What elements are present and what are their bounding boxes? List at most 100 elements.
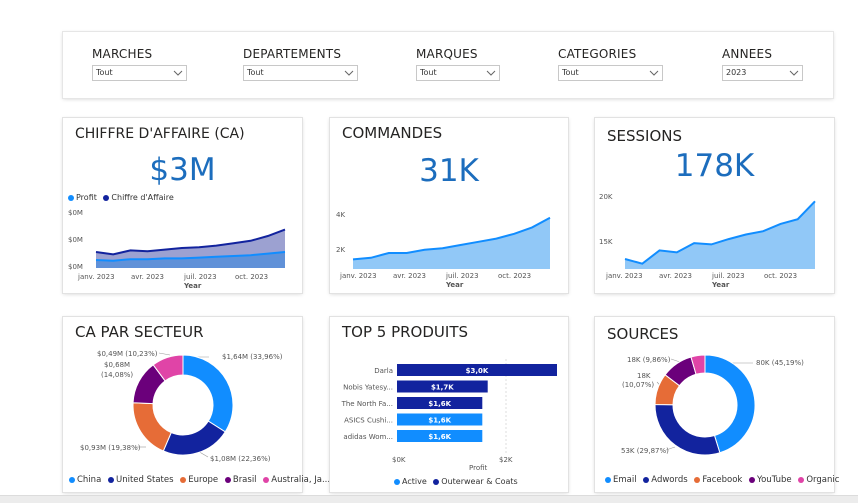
legend-item-china[interactable]: China [69, 475, 101, 485]
marches-dropdown[interactable]: Tout [92, 65, 187, 81]
sources-legend: Email Adwords Facebook YouTube Organic [605, 475, 843, 485]
legend-dot [749, 476, 756, 483]
legend-item-email[interactable]: Email [605, 475, 637, 485]
legend-dot [68, 194, 74, 201]
legend-label: Australia, Ja... [271, 475, 331, 485]
bar-value-label: $1,6K [428, 400, 451, 408]
x-tick-label: oct. 2023 [764, 272, 797, 280]
slicer-marches: MARCHES Tout [92, 47, 187, 81]
slice-label: 80K (45,19%) [756, 359, 804, 367]
legend-dot [694, 476, 701, 483]
sources-card: SOURCES 80K (45,19%) 53K (29,87%) 18K (1… [595, 317, 839, 492]
x-axis-title: Profit [469, 464, 488, 472]
legend-label: Email [613, 475, 637, 485]
slice-label: 53K (29,87%) [621, 447, 669, 455]
slice-label: (10,07%) [622, 381, 654, 389]
chevron-down-icon [173, 70, 183, 76]
annees-dropdown[interactable]: 2023 [722, 65, 803, 81]
x-tick-label: avr. 2023 [659, 272, 692, 280]
legend-label: Outerwear & Coats [441, 477, 518, 486]
slice-label: $0,49M (10,23%) [97, 350, 158, 358]
slicer-title: MARQUES [416, 47, 478, 61]
secteur-card: CA PAR SECTEUR $1,64M (33,96%) $1,08M (2… [63, 317, 330, 492]
bottom-strip [0, 495, 858, 503]
legend-label: China [77, 475, 102, 485]
y-tick-label: $0M [68, 263, 83, 271]
x-tick-label: juil. 2023 [445, 272, 479, 280]
leader-line [158, 352, 171, 356]
legend-label: Adwords [651, 475, 688, 485]
commandes-kpi-value: 31K [419, 153, 479, 189]
secteur-legend: China United States Europe Brasil Austra… [69, 475, 334, 485]
legend-item-active[interactable]: Active [394, 477, 427, 486]
slicer-marques: MARQUES Tout [416, 47, 500, 81]
legend-item-facebook[interactable]: Facebook [694, 475, 742, 485]
sources-donut-chart[interactable]: 80K (45,19%) 53K (29,87%) 18K (10,07%) 1… [595, 345, 834, 475]
slice-label: $1,08M (22,36%) [210, 455, 271, 463]
slicer-title: ANNEES [722, 47, 773, 61]
produits-card: TOP 5 PRODUITS $0K $2K Profit $3,0K Darla… [330, 317, 568, 492]
marques-dropdown[interactable]: Tout [416, 65, 500, 81]
categories-dropdown[interactable]: Tout [558, 65, 663, 81]
slicer-departements: DEPARTEMENTS Tout [243, 47, 358, 81]
category-label: Nobis Yatesy... [343, 384, 393, 392]
chevron-down-icon [486, 70, 496, 76]
card-title: SOURCES [607, 325, 679, 343]
legend-dot [263, 476, 270, 483]
commandes-series-area [353, 217, 550, 269]
card-title: TOP 5 PRODUITS [342, 323, 469, 341]
sessions-area-chart[interactable]: 20K 15K janv. 2023 avr. 2023 juil. 2023 … [595, 188, 834, 293]
slice-label: $0,93M (19,38%) [80, 444, 141, 452]
legend-item-europe[interactable]: Europe [180, 475, 218, 485]
slicer-title: CATEGORIES [558, 47, 637, 61]
legend-dot [103, 194, 110, 201]
category-label: adidas Wom... [343, 433, 393, 441]
dropdown-value: Tout [420, 68, 437, 77]
y-tick-label: $0M [68, 209, 83, 217]
x-tick-label: janv. 2023 [77, 273, 115, 281]
commandes-card: COMMANDES 31K 4K 2K janv. 2023 avr. 2023… [330, 118, 568, 293]
legend-item-organic[interactable]: Organic [798, 475, 839, 485]
legend-label: Brasil [232, 475, 257, 485]
produits-bar-chart[interactable]: $0K $2K Profit $3,0K Darla $1,7K Nobis Yate… [330, 345, 568, 475]
commandes-area-chart[interactable]: 4K 2K janv. 2023 avr. 2023 juil. 2023 oc… [330, 203, 568, 293]
legend-dot [180, 476, 187, 483]
legend-item-brasil[interactable]: Brasil [224, 475, 257, 485]
sessions-series-area [625, 201, 815, 269]
legend-label: Organic [806, 475, 840, 485]
x-tick-label: juil. 2023 [183, 273, 217, 281]
slice-label: $1,64M (33,96%) [222, 353, 283, 361]
legend-dot [107, 476, 114, 483]
legend-dot [69, 476, 75, 483]
legend-item-ca[interactable]: Chiffre d'Affaire [103, 193, 174, 202]
legend-label: Chiffre d'Affaire [111, 193, 174, 202]
bar-value-label: $1,7K [431, 384, 454, 392]
ca-card: CHIFFRE D'AFFAIRE (CA) $3M Profit Chiffr… [63, 118, 302, 293]
category-label: ASICS Cushi... [344, 417, 393, 425]
card-title: CHIFFRE D'AFFAIRE (CA) [75, 126, 245, 142]
filter-bar: MARCHES Tout DEPARTEMENTS Tout MARQUES T… [63, 32, 833, 98]
bar-value-label: $1,6K [428, 433, 451, 441]
slicer-title: DEPARTEMENTS [243, 47, 342, 61]
card-title: COMMANDES [342, 124, 443, 142]
legend-item-australia[interactable]: Australia, Ja... [263, 475, 330, 485]
legend-item-profit[interactable]: Profit [68, 193, 97, 202]
y-tick-label: 4K [336, 211, 345, 219]
x-tick-label: $2K [499, 456, 513, 464]
sessions-kpi-value: 178K [674, 148, 755, 184]
legend-item-outerwear[interactable]: Outerwear & Coats [433, 477, 518, 486]
ca-area-chart[interactable]: $0M $0M $0M janv. 2023 avr. 2023 juil. 2… [63, 206, 302, 293]
legend-label: Facebook [702, 475, 743, 485]
x-tick-label: janv. 2023 [339, 272, 377, 280]
x-tick-label: juil. 2023 [711, 272, 745, 280]
y-tick-label: 20K [599, 193, 613, 201]
legend-item-adwords[interactable]: Adwords [643, 475, 688, 485]
x-tick-label: avr. 2023 [393, 272, 426, 280]
secteur-donut-chart[interactable]: $1,64M (33,96%) $1,08M (22,36%) $0,93M (… [63, 345, 302, 475]
slice-label: 18K [637, 372, 651, 380]
legend-dot [798, 476, 805, 483]
ca-legend: Profit Chiffre d'Affaire [68, 193, 178, 202]
departements-dropdown[interactable]: Tout [243, 65, 358, 81]
legend-item-youtube[interactable]: YouTube [749, 475, 792, 485]
legend-item-united-states[interactable]: United States [107, 475, 174, 485]
